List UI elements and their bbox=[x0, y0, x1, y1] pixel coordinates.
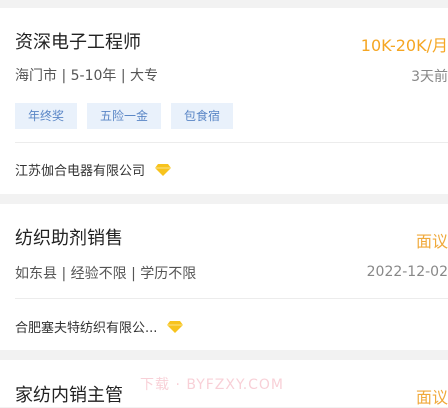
company-name-row[interactable]: 合肥塞夫特纺织有限公... bbox=[15, 317, 184, 336]
tag-year-end-bonus: 年终奖 bbox=[15, 103, 78, 129]
divider bbox=[15, 298, 448, 299]
benefit-tags: 年终奖 五险一金 包食宿 bbox=[15, 103, 234, 129]
divider bbox=[15, 142, 448, 143]
company-name[interactable]: 江苏伽合电器有限公司 bbox=[15, 160, 145, 179]
watermark: 下载 · BYFZXY.COM bbox=[140, 377, 285, 393]
job-title: 家纺内销主管 bbox=[15, 385, 123, 406]
tag-board-lodging: 包食宿 bbox=[171, 103, 234, 129]
job-meta: 如东县 | 经验不限 | 学历不限 bbox=[15, 266, 197, 282]
tag-insurance: 五险一金 bbox=[87, 103, 162, 129]
job-title: 资深电子工程师 bbox=[15, 32, 141, 53]
salary-label: 面议 bbox=[415, 388, 448, 407]
company-name[interactable]: 合肥塞夫特纺织有限公... bbox=[15, 317, 157, 336]
salary-label: 面议 bbox=[415, 232, 448, 251]
company-name-row[interactable]: 江苏伽合电器有限公司 bbox=[15, 160, 172, 179]
job-meta: 海门市 | 5-10年 | 大专 bbox=[15, 68, 159, 84]
post-date: 2022-12-02 bbox=[366, 264, 448, 280]
job-title: 纺织助剂销售 bbox=[15, 228, 123, 249]
job-card[interactable]: 纺织助剂销售 面议 如东县 | 经验不限 | 学历不限 2022-12-02 合… bbox=[0, 204, 448, 350]
job-card[interactable]: 资深电子工程师 10K-20K/月 海门市 | 5-10年 | 大专 3天前 年… bbox=[0, 8, 448, 194]
diamond-icon bbox=[167, 320, 184, 333]
diamond-icon bbox=[155, 163, 172, 176]
salary-label: 10K-20K/月 bbox=[360, 36, 448, 55]
post-date: 3天前 bbox=[411, 69, 448, 85]
